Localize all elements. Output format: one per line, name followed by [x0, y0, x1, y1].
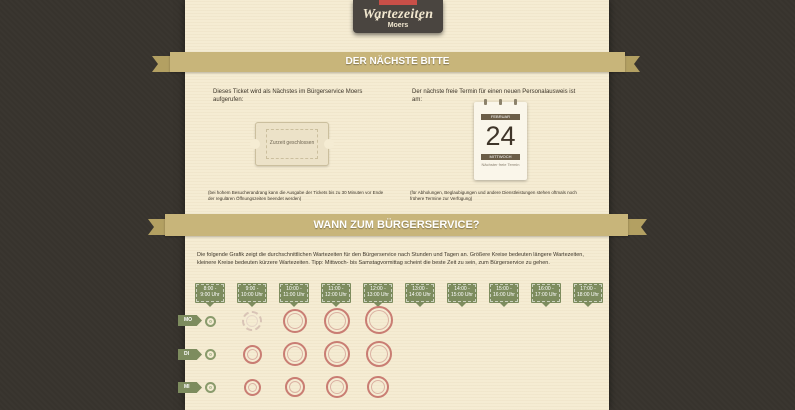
- calendar-card: FEBRUAR 24 MITTWOCH Nächster freie Termi…: [474, 99, 527, 180]
- wait-circle: [243, 345, 262, 364]
- appointment-note: (für Abholungen, Beglaubigungen und ande…: [410, 190, 577, 201]
- calendar-rings: [484, 99, 517, 105]
- site-title: Wartezeiten: [362, 7, 434, 22]
- ticket-card: Zurzeit geschlossen: [250, 122, 334, 166]
- site-subtitle: Moers: [387, 22, 409, 29]
- star-icon: ★: [416, 17, 422, 23]
- wait-circle: [205, 382, 216, 393]
- wait-circle: [205, 316, 216, 327]
- time-slot-1300: 13:00 -14:00 Uhr: [405, 283, 435, 307]
- wait-circle: [365, 306, 393, 334]
- wait-circle: [324, 341, 350, 367]
- calendar-weekday: MITTWOCH: [481, 154, 520, 160]
- chart-description: Die folgende Grafik zeigt die durchschni…: [197, 252, 584, 266]
- time-slot-1500: 15:00 -16:00 Uhr: [489, 283, 519, 307]
- wait-circle: [283, 342, 307, 366]
- wait-circle: [285, 377, 305, 397]
- ticket-status: Zurzeit geschlossen: [269, 140, 315, 146]
- time-slot-1400: 14:00 -15:00 Uhr: [447, 283, 477, 307]
- logo-ribbon: [379, 0, 417, 5]
- wait-circle: [367, 376, 389, 398]
- wait-circle: [326, 376, 348, 398]
- time-slot-1100: 11:00 -12:00 Uhr: [321, 283, 351, 307]
- time-slot-1700: 17:00 -18:00 Uhr: [573, 283, 603, 307]
- section-banner-next: DER NÄCHSTE BITTE: [170, 52, 625, 72]
- wait-circle: [366, 341, 392, 367]
- ticket-intro-text: Dieses Ticket wird als Nächstes im Bürge…: [213, 89, 363, 103]
- time-slot-1600: 16:00 -17:00 Uhr: [531, 283, 561, 307]
- wait-circle: [244, 379, 261, 396]
- section-banner-when: WANN ZUM BÜRGERSERVICE?: [165, 214, 628, 236]
- time-slot-0900: 9:00 -10:00 Uhr: [237, 283, 267, 307]
- wait-circle: [324, 308, 350, 334]
- calendar-day: 24: [485, 121, 516, 151]
- time-slot-1200: 12:00 -13:00 Uhr: [363, 283, 393, 307]
- site-logo-badge[interactable]: Wartezeiten ★ Moers ★: [353, 0, 443, 33]
- wait-circle: [283, 309, 307, 333]
- time-slot-0800: 8:00 -9:00 Uhr: [195, 283, 225, 307]
- calendar-note: Nächster freie Termin: [481, 162, 520, 167]
- time-slot-1000: 10:00 -11:00 Uhr: [279, 283, 309, 307]
- calendar-month: FEBRUAR: [481, 114, 520, 120]
- wait-circle: [242, 311, 262, 331]
- wait-circle: [205, 349, 216, 360]
- ticket-note: (bei hohem Besucherandrang kann die Ausg…: [208, 190, 384, 201]
